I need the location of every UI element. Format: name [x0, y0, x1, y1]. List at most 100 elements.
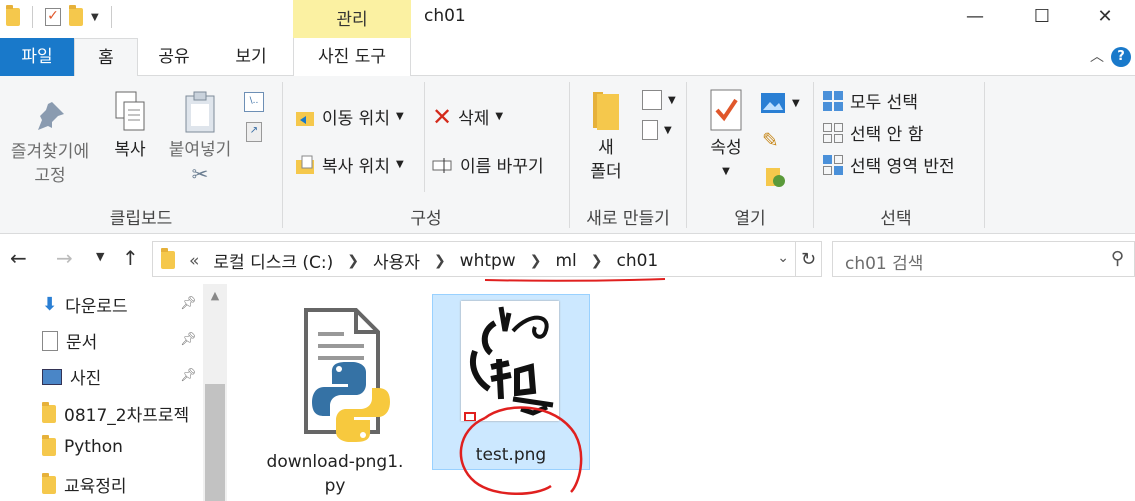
search-icon: ⚲	[1110, 248, 1124, 269]
paste-shortcut-button[interactable]: ↗	[246, 122, 262, 142]
edit-button[interactable]: ✎	[762, 128, 779, 152]
up-arrow-icon[interactable]: ↑	[122, 246, 139, 270]
window-title: ch01	[424, 6, 466, 26]
chevron-down-icon[interactable]: ⌄	[777, 250, 789, 266]
search-placeholder: ch01 검색	[845, 254, 924, 274]
select-all-button[interactable]: 모두 선택	[822, 88, 918, 113]
copy-button[interactable]: 복사	[104, 90, 156, 162]
chevron-right-icon[interactable]: ❯	[434, 253, 446, 269]
nav-item-label: 교육정리	[64, 477, 127, 497]
pin-icon[interactable]: 📌︎	[180, 332, 197, 347]
divider	[32, 6, 33, 28]
new-item-icon	[642, 90, 662, 110]
history-button[interactable]	[764, 166, 786, 188]
customize-toolbar-arrow-icon[interactable]: ▼	[91, 12, 99, 23]
close-button[interactable]: ✕	[1075, 0, 1135, 32]
scrollbar-thumb[interactable]	[205, 384, 225, 501]
ribbon-home: 즐겨찾기에 고정 복사 붙여넣기 ✂ \.. ↗ 클립보드 이동 위치 ▼ 복사…	[0, 76, 1135, 234]
easy-access-button[interactable]: ▼	[642, 120, 672, 140]
select-all-icon	[823, 90, 843, 111]
copy-path-icon: \..	[244, 92, 264, 112]
help-icon[interactable]: ?	[1111, 47, 1131, 67]
quick-access-toolbar: ✓ ▼	[6, 5, 116, 28]
breadcrumb-item[interactable]: 로컬 디스크 (C:)	[213, 248, 333, 273]
pin-icon[interactable]: 📌︎	[180, 368, 197, 383]
breadcrumb-item[interactable]: whtpw	[460, 251, 516, 271]
nav-item-pictures[interactable]: 사진	[42, 364, 101, 389]
tab-picture-tools[interactable]: 사진 도구	[293, 38, 411, 76]
divider	[984, 82, 985, 228]
copy-to-button[interactable]: 복사 위치 ▼	[294, 152, 404, 177]
folder-icon	[161, 248, 175, 269]
chevron-right-icon[interactable]: ❯	[591, 253, 603, 269]
nav-item-folder[interactable]: Python	[42, 435, 123, 457]
tab-view[interactable]: 보기	[212, 38, 290, 76]
back-arrow-icon[interactable]: ←	[10, 246, 27, 270]
dropdown-arrow-icon: ▼	[668, 94, 676, 106]
scroll-up-arrow-icon[interactable]: ▲	[203, 284, 227, 308]
rename-button[interactable]: 이름 바꾸기	[432, 152, 544, 177]
paste-button[interactable]: 붙여넣기 ✂	[160, 90, 240, 186]
invert-selection-button[interactable]: 선택 영역 반전	[822, 152, 955, 177]
address-bar[interactable]: « 로컬 디스크 (C:) ❯ 사용자 ❯ whtpw ❯ ml ❯ ch01 …	[152, 241, 796, 277]
python-file-icon	[304, 308, 390, 442]
properties-check-icon[interactable]: ✓	[45, 8, 61, 26]
nav-item-downloads[interactable]: ⬇ 다운로드	[42, 292, 128, 317]
copy-label: 복사	[114, 140, 146, 160]
move-to-label: 이동 위치	[322, 109, 390, 129]
nav-item-documents[interactable]: 문서	[42, 328, 97, 353]
properties-button[interactable]: 속성 ▼	[698, 88, 754, 184]
invert-selection-label: 선택 영역 반전	[850, 157, 955, 177]
new-folder-button[interactable]: 새 폴더	[578, 88, 634, 184]
folder-icon	[593, 92, 619, 130]
chevron-right-icon[interactable]: ❯	[530, 253, 542, 269]
cut-scissors-icon[interactable]: ✂	[160, 162, 240, 186]
pin-label-line2: 고정	[34, 166, 66, 186]
copy-to-label: 복사 위치	[322, 157, 390, 177]
recent-locations-chevron-icon[interactable]: ▼	[96, 250, 104, 263]
minimize-button[interactable]: —	[945, 0, 1005, 32]
properties-check-icon	[710, 89, 742, 131]
pin-to-quick-access-button[interactable]: 즐겨찾기에 고정	[2, 90, 98, 188]
collapse-ribbon-chevron-icon[interactable]: ︿	[1090, 46, 1104, 66]
file-item-python[interactable]: download-png1. py	[262, 296, 408, 496]
move-to-button[interactable]: 이동 위치 ▼	[294, 104, 404, 129]
tab-home[interactable]: 홈	[74, 38, 138, 77]
tab-share[interactable]: 공유	[138, 38, 210, 76]
breadcrumb-overflow[interactable]: «	[189, 251, 199, 271]
breadcrumb-item[interactable]: ch01	[616, 251, 658, 271]
nav-item-label: 다운로드	[65, 297, 128, 317]
new-folder-icon[interactable]	[69, 5, 83, 26]
tab-file[interactable]: 파일	[0, 38, 74, 76]
nav-item-folder[interactable]: 교육정리	[42, 472, 127, 497]
contextual-tab-manage[interactable]: 관리	[293, 0, 411, 38]
group-label-organize: 구성	[410, 209, 442, 229]
nav-item-folder[interactable]: 0817_2차프로젝	[42, 401, 189, 426]
dropdown-arrow-icon: ▼	[395, 159, 404, 170]
pin-label-line1: 즐겨찾기에	[10, 142, 90, 162]
paste-shortcut-icon: ↗	[246, 122, 262, 142]
nav-item-label: Python	[64, 437, 123, 457]
navigation-pane: ⬇ 다운로드 📌︎ 문서 📌︎ 사진 📌︎ 0817_2차프로젝 Python …	[0, 284, 228, 501]
red-annotation-underline	[484, 278, 666, 282]
calligraphy-thumbnail	[464, 306, 554, 422]
delete-button[interactable]: ✕ 삭제 ▼	[432, 104, 503, 130]
chevron-right-icon[interactable]: ❯	[347, 253, 359, 269]
edit-pencil-icon: ✎	[762, 128, 779, 152]
move-to-icon	[296, 111, 314, 126]
new-item-button[interactable]: ▼	[642, 90, 676, 110]
group-label-open: 열기	[734, 209, 766, 229]
search-input[interactable]: ch01 검색 ⚲	[832, 241, 1135, 277]
pin-icon[interactable]: 📌︎	[180, 296, 197, 311]
copy-path-button[interactable]: \..	[244, 92, 264, 112]
select-none-button[interactable]: 선택 안 함	[822, 120, 923, 145]
select-none-icon	[823, 122, 843, 143]
dropdown-arrow-icon: ▼	[722, 166, 730, 177]
breadcrumb-item[interactable]: 사용자	[373, 248, 420, 273]
pin-icon	[38, 102, 64, 130]
open-button[interactable]: ▼	[760, 92, 800, 114]
breadcrumb-item[interactable]: ml	[555, 251, 576, 271]
refresh-button[interactable]: ↻	[796, 241, 822, 277]
maximize-button[interactable]: ☐	[1012, 0, 1072, 32]
forward-arrow-icon[interactable]: →	[56, 246, 73, 270]
